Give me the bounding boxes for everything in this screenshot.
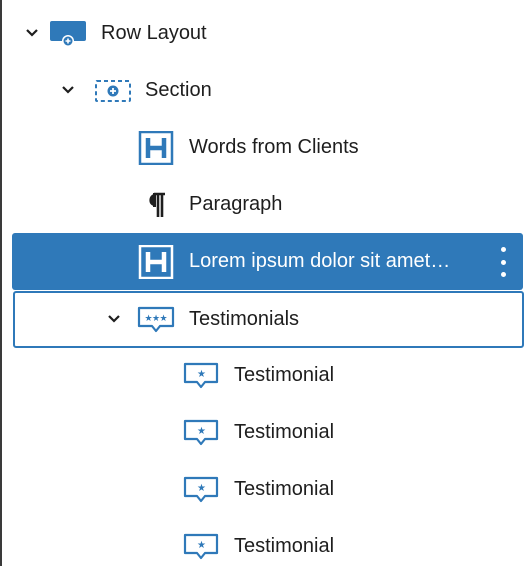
testimonial-icon: ★ — [181, 473, 221, 507]
svg-text:★: ★ — [160, 314, 168, 324]
svg-text:★: ★ — [197, 483, 206, 494]
section-icon — [93, 74, 133, 108]
tree-item-label: Testimonial — [234, 535, 335, 557]
tree-item-label: Section — [145, 79, 212, 101]
tree-item-label: Row Layout — [101, 22, 207, 44]
tree-item-testimonial[interactable]: ★ Testimonial — [0, 347, 532, 404]
tree-item-heading-lorem-ipsum[interactable]: Lorem ipsum dolor sit amet… — [12, 233, 523, 290]
testimonial-icon: ★ — [181, 530, 221, 564]
paragraph-icon — [136, 188, 176, 222]
tree-item-label: Testimonials — [189, 308, 300, 330]
tree-item-testimonial[interactable]: ★ Testimonial — [0, 518, 532, 575]
chevron-down-icon[interactable] — [104, 309, 124, 329]
tree-item-label: Paragraph — [189, 193, 283, 215]
chevron-down-icon[interactable] — [58, 80, 78, 100]
testimonial-icon: ★ — [181, 416, 221, 450]
tree-item-label: Testimonial — [234, 421, 335, 443]
more-vertical-icon[interactable] — [497, 247, 509, 277]
tree-item-label: Lorem ipsum dolor sit amet… — [189, 250, 451, 272]
tree-item-section[interactable]: Section — [0, 62, 532, 119]
svg-text:★: ★ — [197, 540, 206, 551]
chevron-down-icon[interactable] — [22, 23, 42, 43]
tree-item-heading-words-from-clients[interactable]: Words from Clients — [0, 119, 532, 176]
svg-text:★: ★ — [197, 369, 206, 380]
row-layout-icon — [48, 17, 88, 51]
tree-item-label: Testimonial — [234, 364, 335, 386]
testimonials-icon: ★ ★ ★ — [136, 303, 176, 337]
tree-item-label: Testimonial — [234, 478, 335, 500]
tree-item-row-layout[interactable]: Row Layout — [0, 5, 532, 62]
heading-icon — [136, 245, 176, 279]
testimonial-icon: ★ — [181, 359, 221, 393]
tree-item-label: Words from Clients — [189, 136, 359, 158]
tree-item-testimonial[interactable]: ★ Testimonial — [0, 461, 532, 518]
svg-text:★: ★ — [197, 426, 206, 437]
heading-icon — [136, 131, 176, 165]
tree-item-testimonials[interactable]: ★ ★ ★ Testimonials — [13, 291, 524, 348]
tree-item-testimonial[interactable]: ★ Testimonial — [0, 404, 532, 461]
tree-item-paragraph[interactable]: Paragraph — [0, 176, 532, 233]
